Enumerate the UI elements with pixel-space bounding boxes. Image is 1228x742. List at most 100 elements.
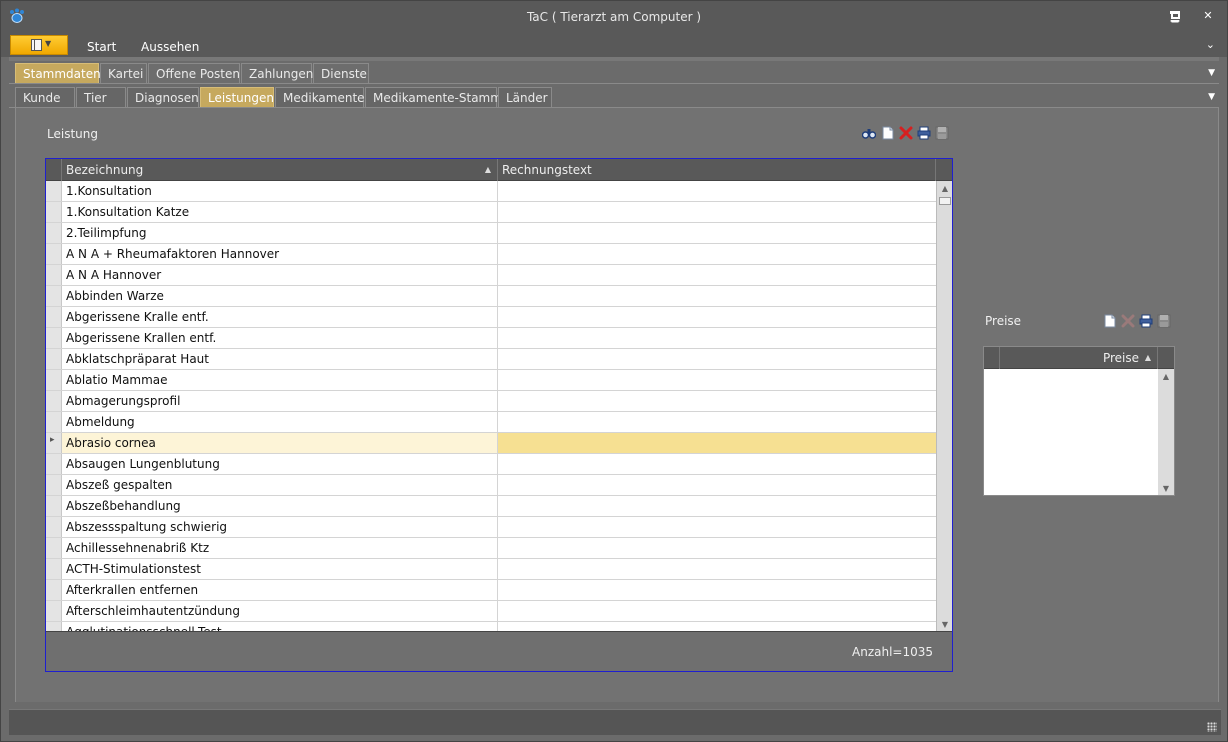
table-row[interactable]: 1.Konsultation Katze (46, 202, 936, 223)
delete-icon[interactable] (899, 126, 913, 140)
table-row[interactable]: A N A + Rheumafaktoren Hannover (46, 244, 936, 265)
row-selector[interactable] (46, 622, 62, 631)
resize-grip-icon[interactable] (1207, 722, 1217, 732)
cell-rechnungstext[interactable] (498, 622, 936, 631)
cell-bezeichnung[interactable]: 2.Teilimpfung (62, 223, 498, 243)
row-selector[interactable] (46, 328, 62, 348)
cell-bezeichnung[interactable]: ACTH-Stimulationstest (62, 559, 498, 579)
print-icon[interactable] (917, 126, 931, 140)
cell-bezeichnung[interactable]: Achillessehnenabriß Ktz (62, 538, 498, 558)
table-row[interactable]: Afterschleimhautentzündung (46, 601, 936, 622)
tab-laender[interactable]: Länder (498, 87, 552, 108)
cell-rechnungstext[interactable] (498, 223, 936, 243)
cell-bezeichnung[interactable]: Abszessspaltung schwierig (62, 517, 498, 537)
new-document-icon[interactable] (1103, 314, 1117, 328)
tab-diagnosen[interactable]: Diagnosen (127, 87, 199, 108)
cell-rechnungstext[interactable] (498, 496, 936, 516)
table-row[interactable]: Agglutinationsschnell-Test (46, 622, 936, 631)
table-row[interactable]: Abmagerungsprofil (46, 391, 936, 412)
preise-vertical-scrollbar[interactable]: ▲ ▼ (1158, 369, 1174, 495)
row-selector[interactable] (46, 454, 62, 474)
cell-rechnungstext[interactable] (498, 538, 936, 558)
table-row[interactable]: Abszeß gespalten (46, 475, 936, 496)
row-selector[interactable] (46, 433, 62, 453)
row-selector[interactable] (46, 496, 62, 516)
row-selector[interactable] (46, 244, 62, 264)
cell-bezeichnung[interactable]: Abbinden Warze (62, 286, 498, 306)
grid-vertical-scrollbar[interactable]: ▲ ▼ (936, 181, 952, 631)
preise-grid-body[interactable] (984, 369, 1158, 495)
cell-bezeichnung[interactable]: Afterkrallen entfernen (62, 580, 498, 600)
row-selector[interactable] (46, 265, 62, 285)
row-selector[interactable] (46, 601, 62, 621)
cell-rechnungstext[interactable] (498, 328, 936, 348)
row-selector[interactable] (46, 412, 62, 432)
cell-rechnungstext[interactable] (498, 265, 936, 285)
table-row[interactable]: ACTH-Stimulationstest (46, 559, 936, 580)
row-selector[interactable] (46, 202, 62, 222)
cell-rechnungstext[interactable] (498, 412, 936, 432)
application-menu-button[interactable]: ▼ (10, 35, 68, 55)
secondary-tabs-dropdown-icon[interactable]: ▼ (1208, 92, 1215, 102)
row-selector[interactable] (46, 391, 62, 411)
cell-bezeichnung[interactable]: A N A Hannover (62, 265, 498, 285)
tab-leistungen[interactable]: Leistungen (200, 87, 274, 108)
ribbon-collapse-icon[interactable]: ⌄ (1206, 38, 1215, 51)
tab-kunde[interactable]: Kunde (15, 87, 75, 108)
new-document-icon[interactable] (881, 126, 895, 140)
close-icon[interactable]: ✕ (1198, 7, 1218, 25)
primary-tabs-dropdown-icon[interactable]: ▼ (1208, 68, 1215, 78)
tab-tier[interactable]: Tier (76, 87, 126, 108)
cell-bezeichnung[interactable]: Absaugen Lungenblutung (62, 454, 498, 474)
table-row[interactable]: A N A Hannover (46, 265, 936, 286)
row-selector[interactable] (46, 307, 62, 327)
title-bar[interactable]: TaC ( Tierarzt am Computer ) ▁ _ ✕ (1, 1, 1227, 33)
table-row[interactable]: 2.Teilimpfung (46, 223, 936, 244)
cell-rechnungstext[interactable] (498, 349, 936, 369)
cell-rechnungstext[interactable] (498, 517, 936, 537)
cell-rechnungstext[interactable] (498, 244, 936, 264)
tab-kartei[interactable]: Kartei (100, 63, 147, 84)
print-icon[interactable] (1139, 314, 1153, 328)
cell-bezeichnung[interactable]: 1.Konsultation Katze (62, 202, 498, 222)
table-row[interactable]: Abszeßbehandlung (46, 496, 936, 517)
row-selector[interactable] (46, 349, 62, 369)
cell-bezeichnung[interactable]: 1.Konsultation (62, 181, 498, 201)
cell-rechnungstext[interactable] (498, 559, 936, 579)
table-row[interactable]: 1.Konsultation (46, 181, 936, 202)
table-row[interactable]: Abgerissene Kralle entf. (46, 307, 936, 328)
column-header-preise[interactable]: Preise ▲ (1000, 347, 1158, 369)
row-selector[interactable] (46, 538, 62, 558)
cell-bezeichnung[interactable]: Abmagerungsprofil (62, 391, 498, 411)
table-row[interactable]: Abmeldung (46, 412, 936, 433)
scroll-up-icon[interactable]: ▲ (937, 184, 953, 193)
cell-bezeichnung[interactable]: Ablatio Mammae (62, 370, 498, 390)
cell-bezeichnung[interactable]: Abrasio cornea (62, 433, 498, 453)
cell-rechnungstext[interactable] (498, 181, 936, 201)
tab-medikamente[interactable]: Medikamente (275, 87, 365, 108)
cell-rechnungstext[interactable] (498, 202, 936, 222)
row-selector[interactable] (46, 181, 62, 201)
row-selector[interactable] (46, 580, 62, 600)
cell-bezeichnung[interactable]: Abszeßbehandlung (62, 496, 498, 516)
cell-bezeichnung[interactable]: Abklatschpräparat Haut (62, 349, 498, 369)
table-row[interactable]: Achillessehnenabriß Ktz (46, 538, 936, 559)
tab-offene-posten[interactable]: Offene Posten (148, 63, 240, 84)
cell-rechnungstext[interactable] (498, 454, 936, 474)
binoculars-icon[interactable] (862, 126, 876, 140)
cell-bezeichnung[interactable]: Abszeß gespalten (62, 475, 498, 495)
table-row[interactable]: Absaugen Lungenblutung (46, 454, 936, 475)
cell-bezeichnung[interactable]: Abgerissene Kralle entf. (62, 307, 498, 327)
cell-bezeichnung[interactable]: Agglutinationsschnell-Test (62, 622, 498, 631)
tab-zahlungen[interactable]: Zahlungen (241, 63, 313, 84)
cell-bezeichnung[interactable]: A N A + Rheumafaktoren Hannover (62, 244, 498, 264)
tab-medikamente-stamm[interactable]: Medikamente-Stamm (365, 87, 502, 108)
table-row-selected[interactable]: Abrasio cornea (46, 433, 936, 454)
row-selector[interactable] (46, 370, 62, 390)
table-row[interactable]: Abszessspaltung schwierig (46, 517, 936, 538)
tab-dienste[interactable]: Dienste (313, 63, 369, 84)
row-selector[interactable] (46, 223, 62, 243)
cell-rechnungstext[interactable] (498, 475, 936, 495)
table-row[interactable]: Abgerissene Krallen entf. (46, 328, 936, 349)
row-selector[interactable] (46, 475, 62, 495)
